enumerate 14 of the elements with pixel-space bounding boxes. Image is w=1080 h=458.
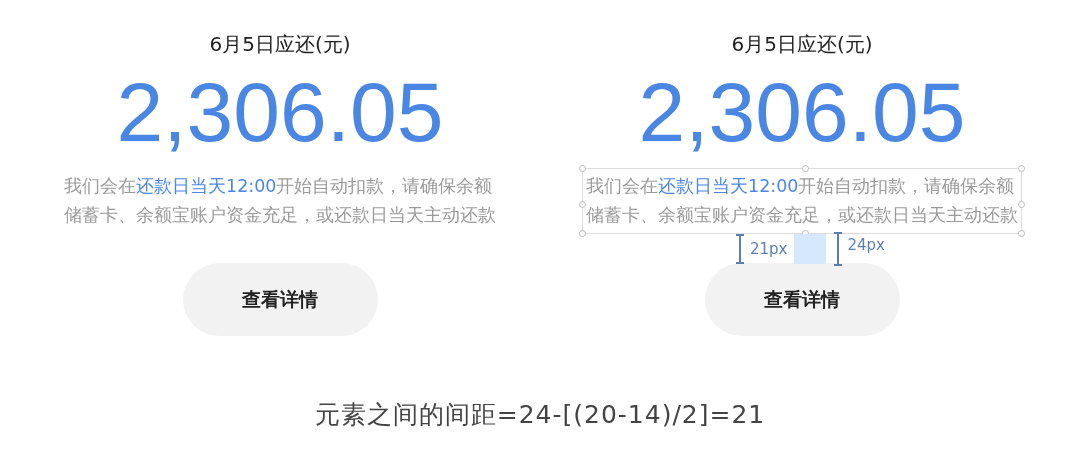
due-label: 6月5日应还(元) (731, 31, 873, 58)
notice-text: 我们会在还款日当天12:00开始自动扣款，请确保余额 储蓄卡、余额宝账户资金充足，或还款日当天主动还款 (586, 175, 1018, 227)
measure-marker (736, 234, 744, 264)
spacing-highlight (793, 234, 826, 264)
amount-value: 2,306.05 (638, 64, 966, 161)
measure-label: 21px (750, 240, 788, 258)
due-label: 6月5日应还(元) (209, 31, 351, 58)
details-button[interactable]: 查看详情 (182, 263, 378, 336)
details-button[interactable]: 查看详情 (704, 263, 900, 336)
measure-label: 24px (847, 236, 885, 254)
notice-text: 我们会在还款日当天12:00开始自动扣款，请确保余额 储蓄卡、余额宝账户资金充足，或还款日当天主动还款 (64, 175, 496, 227)
amount-value: 2,306.05 (116, 64, 444, 161)
formula-text: 元素之间的间距=24-[(20-14)/2]=21 (313, 399, 767, 431)
measure-marker (833, 232, 842, 266)
